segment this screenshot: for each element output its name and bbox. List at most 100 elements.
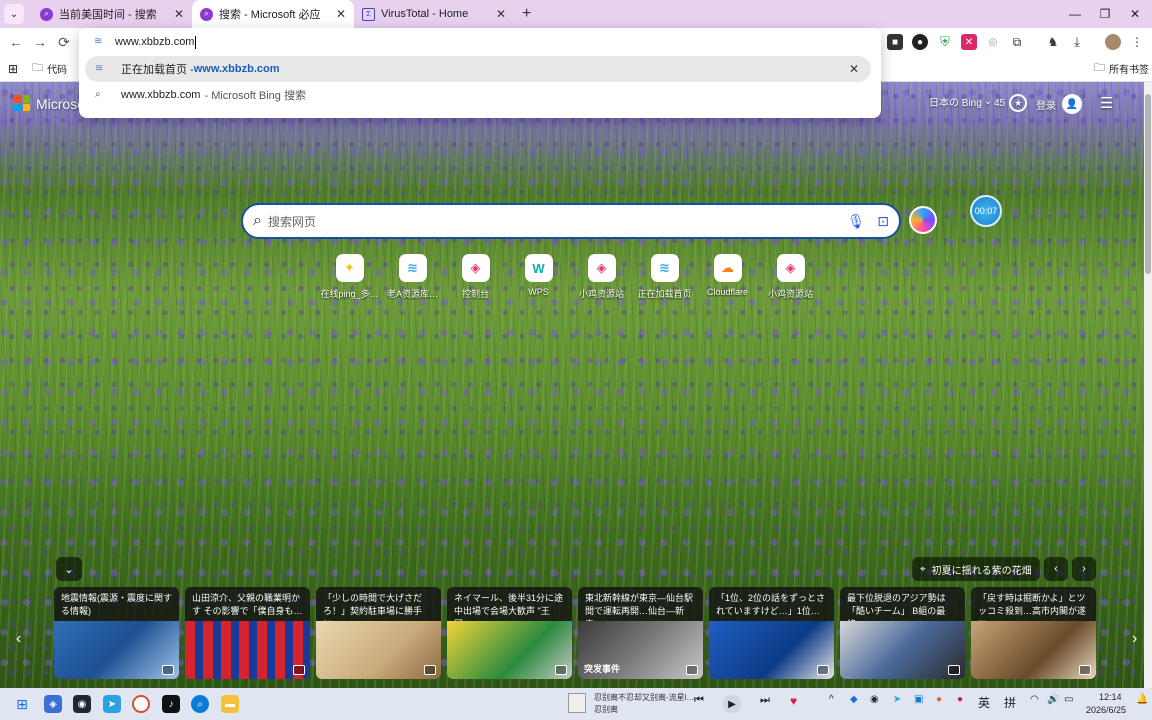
video-badge-icon [293,665,305,675]
edge-search-icon[interactable]: ⌕ [191,695,209,713]
extensions-puzzle-icon[interactable]: ⧉ [1009,34,1025,50]
reload-button[interactable]: ⟳ [52,34,76,51]
tray-app-icon[interactable]: ▣ [914,694,923,705]
news-card[interactable]: 「1位、2位の話をずっとされていますけど…」1位… [709,587,834,679]
news-card[interactable]: 「少しの時間で大げさだろ！」契約駐車場に勝手に… [316,587,441,679]
taskbar-app-icon[interactable]: ◈ [44,695,62,713]
battery-icon[interactable]: ▭ [1064,694,1073,705]
tab-close-icon[interactable]: ✕ [174,7,184,21]
tray-app-icon[interactable]: ◆ [850,694,858,705]
copilot-icon[interactable] [909,206,937,234]
more-menu-icon[interactable]: ⋮ [1129,34,1145,50]
news-card[interactable]: ネイマール、後半31分に途中出場で会場大歓声 "王国… [447,587,572,679]
volume-icon[interactable]: 🔊 [1047,694,1059,705]
news-carousel: 地震情報(震源・震度に関する情報) 山田涼介、父親の職業明かす その影響で「僕自身… [54,587,1096,679]
quick-link-favicon-icon: W [524,254,553,282]
clock-date[interactable]: 2026/6/25 [1086,705,1126,715]
bookmark-folder-code[interactable]: 代码 [47,61,67,76]
heart-icon[interactable]: ♥ [790,694,797,708]
ime-pinyin[interactable]: 拼 [1004,694,1016,711]
wifi-icon[interactable]: ◠ [1030,694,1039,705]
download-icon[interactable]: ⤓ [1069,34,1085,50]
notification-bell-icon[interactable]: 🔔 [1136,694,1148,705]
extension-icon[interactable]: ● [912,34,928,50]
address-input[interactable]: ≋ www.xbbzb.com [79,28,881,56]
remove-suggestion-icon[interactable]: ✕ [849,62,859,76]
microsoft-logo-icon[interactable] [14,95,30,111]
region-selector[interactable]: 日本の Bing ⌄ [929,94,992,109]
apps-grid-icon[interactable]: ⊞ [8,62,18,76]
ime-english[interactable]: 英 [978,694,990,711]
tab-close-icon[interactable]: ✕ [496,7,506,21]
quick-link[interactable]: ◈ 小鸡资源站 [570,254,633,300]
media-previous-icon[interactable]: ⏮ [694,694,704,707]
news-card[interactable]: 東北新幹線が東京―仙台駅間で運転再開…仙台―新青… 突发事件 [578,587,703,679]
tray-app-icon[interactable]: ● [936,694,942,705]
tab-close-icon[interactable]: ✕ [336,7,346,21]
forward-button[interactable]: → [28,34,52,50]
quick-link-label: Cloudflare [706,287,749,297]
quick-link[interactable]: ≋ 正在加载首页 [633,254,696,300]
close-window-button[interactable]: ✕ [1120,0,1150,28]
rewards-timer[interactable]: 00:07 [970,195,1002,227]
tab-1[interactable]: ⌕ 当前美国时间 - 搜索 ✕ [32,0,192,28]
carousel-right-arrow-icon[interactable]: › [1132,630,1137,648]
windows-start-icon[interactable]: ⊞ [13,695,31,713]
quick-link-label: WPS [528,287,549,297]
quick-link[interactable]: W WPS [507,254,570,300]
search-icon: ⌕ [253,212,262,229]
extension-icon[interactable]: ◎ [985,34,1001,50]
tiktok-icon[interactable]: ♪ [162,695,180,713]
file-explorer-icon[interactable]: ▬ [221,695,239,713]
quick-link[interactable]: ◈ 小鸡资源站 [759,254,822,300]
performance-icon[interactable]: ♞ [1045,34,1061,50]
minimize-button[interactable]: — [1060,0,1090,28]
tray-telegram-icon[interactable]: ➤ [893,694,901,705]
quick-link[interactable]: ☁ Cloudflare [696,254,759,300]
telegram-icon[interactable]: ➤ [103,695,121,713]
shield-extension-icon[interactable]: ⛨ [937,34,953,50]
all-bookmarks-folder[interactable]: 所有书签 [1109,61,1149,76]
news-card[interactable]: 地震情報(震源・震度に関する情報) [54,587,179,679]
signin-button[interactable]: 登录 👤 [1036,94,1082,114]
news-card[interactable]: 最下位脱退のアジア勢は「酷いチーム」 B組の最終… [840,587,965,679]
maximize-button[interactable]: ❐ [1090,0,1120,28]
suggestion-open-url[interactable]: ≋ 正在加载首页 - www.xbbzb.com ✕ [85,56,871,82]
image-caption[interactable]: ⌖ 初夏に揺れる紫の花畑 [912,557,1040,581]
clock-time[interactable]: 12:14 [1099,692,1122,702]
bing-search-box[interactable]: ⌕ 搜索网页 🎙 ⊡ [241,203,901,239]
tray-app-icon[interactable]: ● [957,694,963,705]
tab-3[interactable]: Σ VirusTotal - Home ✕ [354,0,514,28]
chrome-icon[interactable] [132,695,150,713]
extension-icon[interactable]: ■ [887,34,903,50]
rewards-points[interactable]: 45 ★ [994,94,1028,112]
back-button[interactable]: ← [4,34,28,50]
region-label: 日本の Bing [929,98,982,109]
quick-link[interactable]: ≋ 老A资源库… [381,254,444,300]
news-card[interactable]: 山田涼介、父親の職業明かす その影響で「僕自身も… [185,587,310,679]
tray-overflow-chevron-icon[interactable]: ^ [829,694,834,705]
new-tab-button[interactable]: + [522,5,531,23]
scrollbar-thumb[interactable] [1145,94,1151,274]
suggestion-search[interactable]: ⌕ www.xbbzb.com - Microsoft Bing 搜索 [85,82,871,108]
steam-icon[interactable]: ◉ [73,695,91,713]
tray-steam-icon[interactable]: ◉ [870,694,879,705]
visual-search-icon[interactable]: ⊡ [877,213,889,230]
previous-image-button[interactable]: ‹ [1044,557,1068,581]
media-next-icon[interactable]: ⏭ [760,694,770,707]
next-image-button[interactable]: › [1072,557,1096,581]
feed-toggle-chevron-icon[interactable]: ⌄ [56,557,82,581]
news-card[interactable]: 「戻す時は掘断かよ」とツッコミ殺到…高市内閣が遂に… [971,587,1096,679]
page-scrollbar[interactable] [1144,82,1152,688]
quick-link[interactable]: ◈ 控制台 [444,254,507,300]
hamburger-menu-icon[interactable]: ☰ [1100,94,1113,112]
media-play-icon[interactable]: ▶ [723,695,741,713]
microphone-icon[interactable]: 🎙 [847,213,865,230]
profile-avatar-icon[interactable] [1105,34,1121,50]
extension-icon[interactable]: ✕ [961,34,977,50]
carousel-left-arrow-icon[interactable]: ‹ [16,630,21,648]
tab-2-active[interactable]: ⌕ 搜索 - Microsoft 必应 ✕ [192,0,354,28]
quick-link-label: 小鸡资源站 [578,289,624,299]
quick-link[interactable]: ✦ 在线ping_多… [318,254,381,300]
tab-list-button[interactable]: ⌄ [4,4,24,24]
